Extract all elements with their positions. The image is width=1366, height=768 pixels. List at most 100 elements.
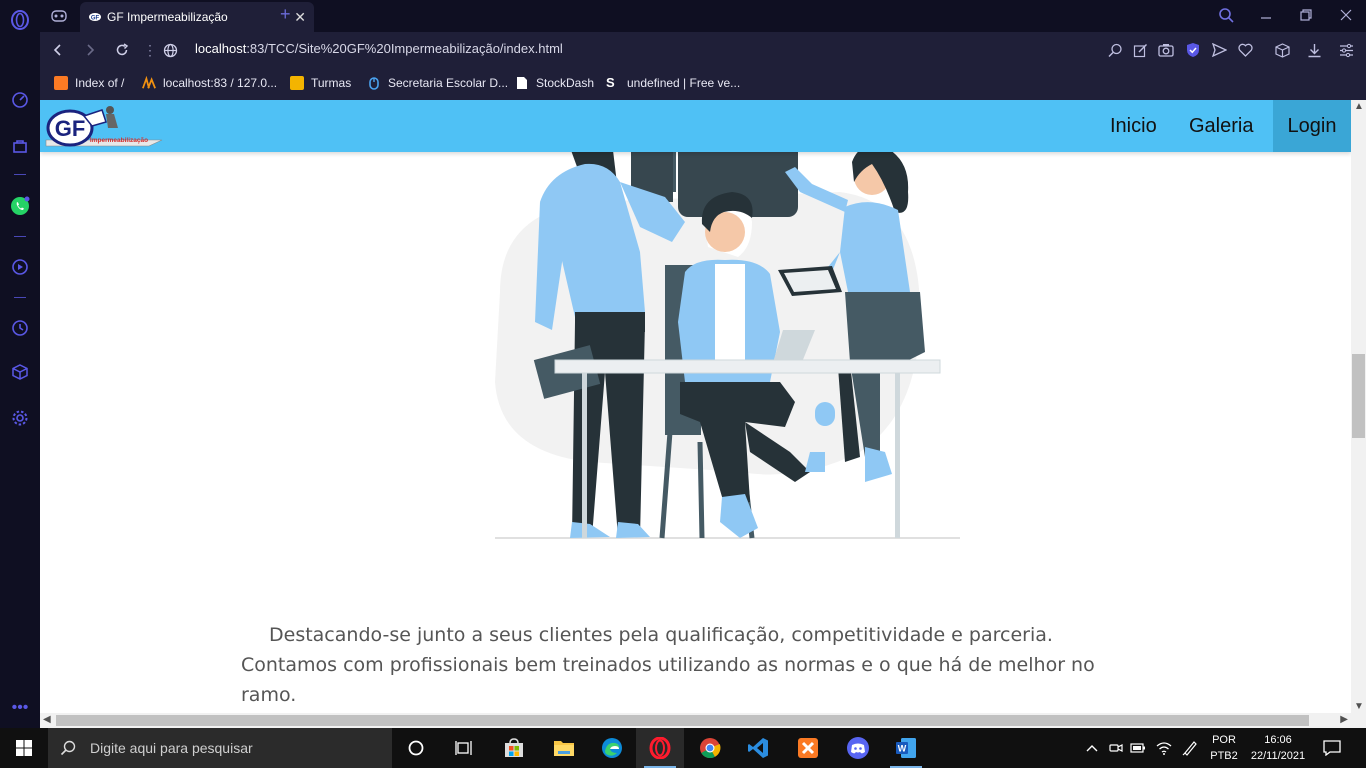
nav-galeria[interactable]: Galeria — [1177, 100, 1265, 152]
wifi-icon[interactable] — [1154, 738, 1174, 758]
chevron-up-icon[interactable] — [1082, 738, 1102, 758]
scroll-right-icon[interactable]: ▶ — [1340, 714, 1348, 725]
pen-icon[interactable] — [1180, 738, 1200, 758]
tab-close-icon[interactable]: ✕ — [294, 9, 306, 26]
cortana-button[interactable] — [392, 728, 440, 768]
globe-icon[interactable] — [158, 38, 182, 62]
player-icon[interactable] — [8, 255, 32, 279]
xampp-taskbar-icon — [798, 738, 818, 758]
vscode-app[interactable] — [734, 728, 782, 768]
back-button[interactable] — [46, 38, 70, 62]
send-icon[interactable] — [1209, 40, 1229, 60]
bookmark-stockdash[interactable]: StockDash — [515, 76, 594, 90]
extensions-icon[interactable] — [8, 360, 32, 384]
clock[interactable]: 16:06 22/11/2021 — [1244, 732, 1312, 764]
vpn-shield-icon[interactable] — [1183, 40, 1203, 60]
bookmark-label: undefined | Free ve... — [627, 76, 741, 90]
nav-inicio[interactable]: Inicio — [1098, 100, 1169, 152]
box-extension-icon[interactable] — [1272, 40, 1292, 60]
history-icon[interactable] — [8, 316, 32, 340]
download-icon[interactable] — [1304, 40, 1324, 60]
url-field[interactable]: localhost:83/TCC/Site%20GF%20Impermeabil… — [195, 41, 563, 56]
search-placeholder: Digite aqui para pesquisar — [90, 740, 253, 756]
taskbar-search[interactable]: Digite aqui para pesquisar — [48, 728, 392, 768]
bookmark-label: StockDash — [536, 76, 595, 90]
opera-app[interactable] — [636, 728, 684, 768]
site-favicon-icon: GF — [89, 13, 101, 22]
new-tab-button[interactable]: + — [280, 4, 291, 25]
bookmark-turmas[interactable]: Turmas — [290, 76, 351, 90]
vertical-scrollbar[interactable]: ▲ ▼ — [1351, 100, 1366, 713]
minimize-button[interactable] — [1246, 2, 1286, 28]
keyboard-language[interactable]: POR PTB2 — [1208, 732, 1240, 764]
edit-icon[interactable] — [1130, 40, 1150, 60]
clock-date: 22/11/2021 — [1250, 750, 1306, 762]
horizontal-scrollbar[interactable]: ◀ ▶ — [40, 713, 1366, 728]
mouse-icon — [369, 77, 379, 90]
logo-subtitle: Impermeabilização — [90, 137, 148, 144]
explorer-app[interactable] — [540, 728, 588, 768]
scroll-up-icon[interactable]: ▲ — [1354, 101, 1364, 112]
word-app[interactable]: W — [882, 728, 930, 768]
notifications-icon[interactable] — [1322, 738, 1342, 758]
reload-button[interactable] — [110, 38, 134, 62]
close-window-button[interactable] — [1326, 2, 1366, 28]
edge-app[interactable] — [588, 728, 636, 768]
horizontal-scroll-thumb[interactable] — [56, 715, 1309, 726]
speed-dial-icon[interactable] — [8, 88, 32, 112]
site-navbar: GF Impermeabilização Inicio Galeria Logi… — [40, 100, 1351, 152]
forward-button[interactable] — [78, 38, 102, 62]
nav-login[interactable]: Login — [1273, 100, 1351, 152]
logo-text: GF — [55, 116, 86, 141]
battery-icon[interactable] — [1128, 738, 1148, 758]
meet-now-icon[interactable] — [1106, 738, 1126, 758]
url-host: localhost — [195, 41, 247, 56]
task-view-button[interactable] — [440, 728, 488, 768]
page-viewport: GF Impermeabilização Inicio Galeria Logi… — [40, 100, 1366, 728]
folder-icon — [554, 741, 574, 756]
page-icon — [517, 77, 527, 89]
opera-logo-icon[interactable] — [8, 8, 32, 32]
find-icon[interactable] — [1105, 40, 1125, 60]
shopping-icon[interactable] — [8, 134, 32, 158]
bookmark-phpmyadmin[interactable]: localhost:83 / 127.0... — [142, 76, 277, 90]
svg-text:GF: GF — [91, 16, 100, 22]
windows-taskbar: Digite aqui para pesquisar W POR PTB2 16… — [0, 728, 1366, 768]
bookmarks-bar: Index of / localhost:83 / 127.0... Turma… — [40, 68, 1366, 100]
cortana-icon — [408, 740, 424, 756]
more-icon[interactable]: ••• — [8, 696, 32, 720]
s-logo-icon: S — [606, 75, 615, 90]
discord-app[interactable] — [834, 728, 882, 768]
opera-icon — [649, 737, 671, 759]
scroll-down-icon[interactable]: ▼ — [1354, 701, 1364, 712]
xampp-app[interactable] — [784, 728, 832, 768]
classroom-icon — [290, 76, 304, 90]
intro-paragraph: Destacando-se junto a seus clientes pela… — [241, 624, 1095, 706]
word-icon: W — [896, 738, 916, 758]
tab-active[interactable]: GF GF Impermeabilização ✕ — [80, 2, 314, 32]
store-app[interactable] — [490, 728, 538, 768]
tab-strip: GF GF Impermeabilização ✕ + — [40, 0, 1366, 32]
chrome-app[interactable] — [686, 728, 734, 768]
task-view-icon — [455, 741, 472, 755]
opera-sidebar: ••• — [0, 0, 40, 728]
phpmyadmin-icon — [142, 76, 156, 89]
camera-icon[interactable] — [1156, 40, 1176, 60]
gf-logo-icon[interactable]: GF Impermeabilização — [44, 102, 164, 150]
bookmark-undefined[interactable]: S undefined | Free ve... — [606, 75, 741, 91]
bookmark-index-of[interactable]: Index of / — [54, 76, 124, 90]
xampp-icon — [54, 76, 68, 90]
search-icon — [60, 740, 76, 756]
bookmark-secretaria[interactable]: Secretaria Escolar D... — [367, 76, 508, 90]
vertical-scroll-thumb[interactable] — [1352, 354, 1365, 438]
start-button[interactable] — [0, 728, 48, 768]
whatsapp-icon[interactable] — [8, 194, 32, 218]
settings-gear-icon[interactable] — [8, 406, 32, 430]
scroll-left-icon[interactable]: ◀ — [43, 714, 51, 725]
vscode-icon — [748, 738, 768, 758]
heart-icon[interactable] — [1235, 40, 1255, 60]
easy-setup-icon[interactable] — [1336, 40, 1356, 60]
restore-button[interactable] — [1286, 2, 1326, 28]
tab-menu-icon[interactable] — [46, 4, 72, 28]
search-tabs-icon[interactable] — [1206, 2, 1246, 28]
